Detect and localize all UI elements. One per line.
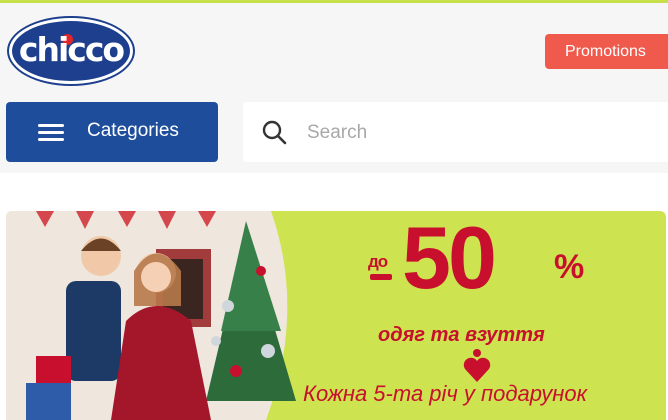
heart-gift-icon: [463, 349, 491, 382]
discount-value: 50: [402, 208, 497, 307]
site-header: chicco Promotions Categories: [0, 3, 668, 173]
logo-text: chicco: [18, 29, 125, 69]
search-bar: [243, 102, 668, 162]
dash-decoration: [370, 274, 392, 280]
search-icon[interactable]: [261, 119, 287, 145]
banner-photo: [6, 211, 296, 420]
percent-sign: %: [554, 248, 585, 286]
categories-button[interactable]: Categories: [6, 102, 218, 162]
banner-offer-text: Кожна 5-та річ у подарунок: [303, 381, 588, 406]
discount-prefix: до: [368, 252, 388, 271]
chicco-logo[interactable]: chicco: [9, 18, 133, 84]
banner-subtitle: одяг та взуття: [378, 324, 545, 346]
categories-label: Categories: [87, 120, 179, 141]
menu-icon: [38, 124, 64, 141]
promotions-button[interactable]: Promotions: [545, 34, 668, 69]
search-input[interactable]: [305, 116, 649, 150]
